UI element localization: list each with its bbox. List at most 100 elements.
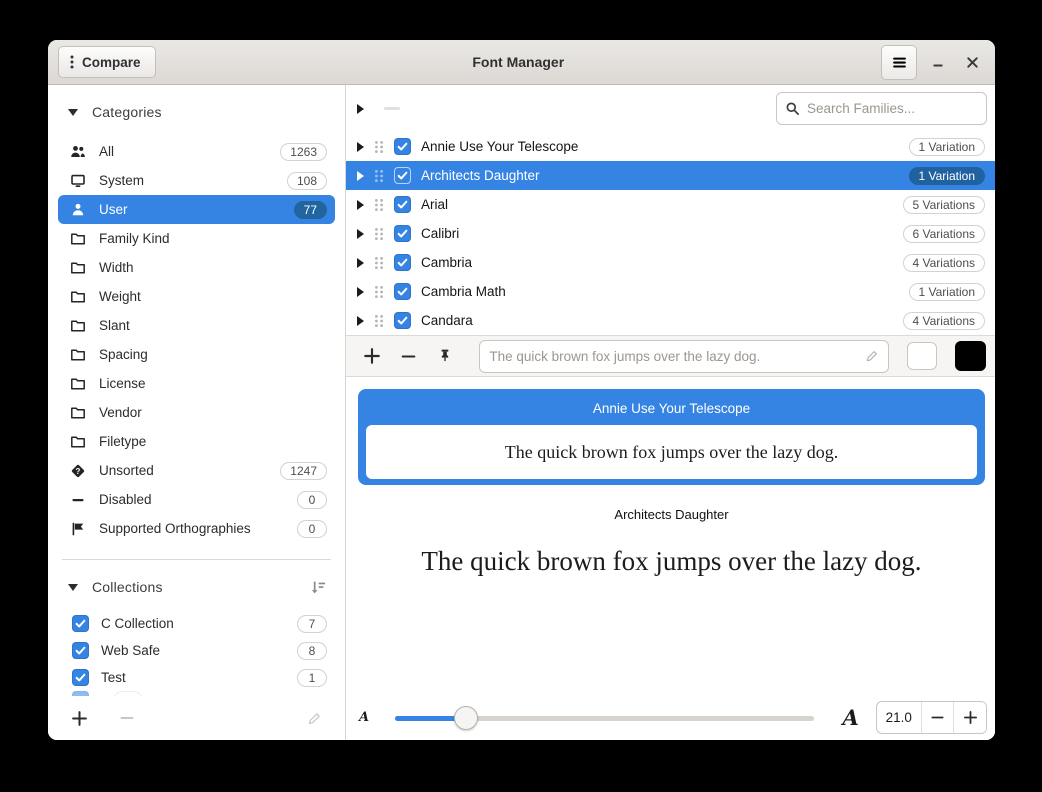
sidebar-item-slant[interactable]: Slant [58,311,335,340]
collection-item-web-safe[interactable]: Web Safe 8 [58,637,335,664]
background-color-swatch[interactable] [955,341,986,371]
font-manager-window: Compare Font Manager Categories [48,40,995,740]
expander-down-icon[interactable] [68,109,78,116]
compare-entry[interactable]: Architects Daughter The quick brown fox … [358,507,985,577]
foreground-color-swatch[interactable] [907,342,937,370]
sidebar-item-system[interactable]: System 108 [58,166,335,195]
drag-handle-icon[interactable] [374,198,384,212]
variations-badge: 5 Variations [903,196,985,214]
compare-entry-selected[interactable]: Annie Use Your Telescope The quick brown… [358,389,985,485]
remove-compare-button[interactable] [399,345,419,367]
decrease-size-button[interactable] [921,702,954,733]
expander-down-icon[interactable] [68,584,78,591]
font-checkbox[interactable] [394,167,411,184]
count-badge: 1 [297,669,327,687]
preview-family-name: Architects Daughter [358,507,985,522]
sidebar-item-family-kind[interactable]: Family Kind [58,224,335,253]
font-checkbox[interactable] [394,254,411,271]
collection-checkbox[interactable] [72,642,89,659]
preview-text-input[interactable] [489,349,857,364]
expander-right-icon[interactable] [357,104,364,114]
drag-handle-icon[interactable] [374,169,384,183]
folder-icon [70,347,86,363]
sidebar-item-vendor[interactable]: Vendor [58,398,335,427]
font-checkbox[interactable] [394,283,411,300]
sidebar-item-disabled[interactable]: Disabled 0 [58,485,335,514]
slider-thumb[interactable] [454,706,478,730]
count-badge: 0 [297,520,327,538]
collection-checkbox[interactable] [72,669,89,686]
expander-right-icon[interactable] [357,287,364,297]
font-row-arial[interactable]: Arial 5 Variations [346,190,995,219]
compare-button[interactable]: Compare [58,46,156,78]
folder-icon [70,289,86,305]
font-checkbox[interactable] [394,196,411,213]
expander-right-icon[interactable] [357,229,364,239]
font-row-cambria[interactable]: Cambria 4 Variations [346,248,995,277]
font-checkbox[interactable] [394,138,411,155]
check-icon [75,645,86,656]
font-family-name: Calibri [421,226,893,241]
close-button[interactable] [959,49,985,75]
add-compare-button[interactable] [362,345,382,367]
edit-collection-button[interactable] [303,707,325,729]
drag-handle-icon[interactable] [374,314,384,328]
expander-right-icon[interactable] [357,200,364,210]
sidebar-item-weight[interactable]: Weight [58,282,335,311]
font-family-name: Cambria Math [421,284,899,299]
variations-badge: 1 Variation [909,283,985,301]
sidebar-item-width[interactable]: Width [58,253,335,282]
minimize-button[interactable] [925,49,951,75]
expander-right-icon[interactable] [357,258,364,268]
drag-handle-icon[interactable] [374,140,384,154]
sidebar-item-all[interactable]: All 1263 [58,137,335,166]
collection-checkbox[interactable] [72,615,89,632]
font-row-calibri[interactable]: Calibri 6 Variations [346,219,995,248]
font-row-cambria-math[interactable]: Cambria Math 1 Variation [346,277,995,306]
expander-right-icon[interactable] [357,171,364,181]
app-menu-button[interactable] [881,45,917,80]
categories-list: All 1263 System 108 User 77 [58,137,335,543]
font-row-candara[interactable]: Candara 4 Variations [346,306,995,335]
sidebar-item-filetype[interactable]: Filetype [58,427,335,456]
collection-item-c-collection[interactable]: C Collection 7 [58,610,335,637]
drag-handle-icon[interactable] [374,256,384,270]
increase-size-button[interactable] [953,702,986,733]
sidebar-item-spacing[interactable]: Spacing [58,340,335,369]
search-icon [785,101,800,116]
sidebar-item-license[interactable]: License [58,369,335,398]
pin-button[interactable] [436,345,456,367]
font-size-slider[interactable] [395,706,814,730]
check-icon [397,170,408,181]
minus-icon [119,710,135,726]
search-field[interactable] [776,92,987,125]
sidebar-item-label: System [99,173,274,188]
font-checkbox[interactable] [394,312,411,329]
collections-header[interactable]: Collections [58,572,335,602]
sidebar-item-unsorted[interactable]: Unsorted 1247 [58,456,335,485]
sidebar-toolbar [58,698,335,740]
sort-descending-icon[interactable] [310,579,327,596]
remove-collection-button[interactable] [116,707,138,729]
font-size-value[interactable]: 21.0 [877,702,921,733]
sidebar-item-label: Slant [99,318,327,333]
drag-handle-icon[interactable] [374,227,384,241]
sidebar-item-supported-orthographies[interactable]: Supported Orthographies 0 [58,514,335,543]
drag-handle-icon[interactable] [374,285,384,299]
plus-icon [963,710,978,725]
font-row-architects-daughter[interactable]: Architects Daughter 1 Variation [346,161,995,190]
search-input[interactable] [807,101,978,116]
font-row-annie-use-your-telescope[interactable]: Annie Use Your Telescope 1 Variation [346,132,995,161]
font-size-bar: A A 21.0 [346,697,995,740]
font-checkbox[interactable] [394,225,411,242]
add-collection-button[interactable] [68,707,90,729]
expander-right-icon[interactable] [357,316,364,326]
close-icon [965,55,980,70]
preview-text-field[interactable] [479,340,889,373]
expander-right-icon[interactable] [357,142,364,152]
sidebar-item-label: User [99,202,281,217]
categories-header[interactable]: Categories [58,97,335,127]
collection-item-test[interactable]: Test 1 [58,664,335,691]
sidebar-item-user[interactable]: User 77 [58,195,335,224]
count-badge: 7 [297,615,327,633]
